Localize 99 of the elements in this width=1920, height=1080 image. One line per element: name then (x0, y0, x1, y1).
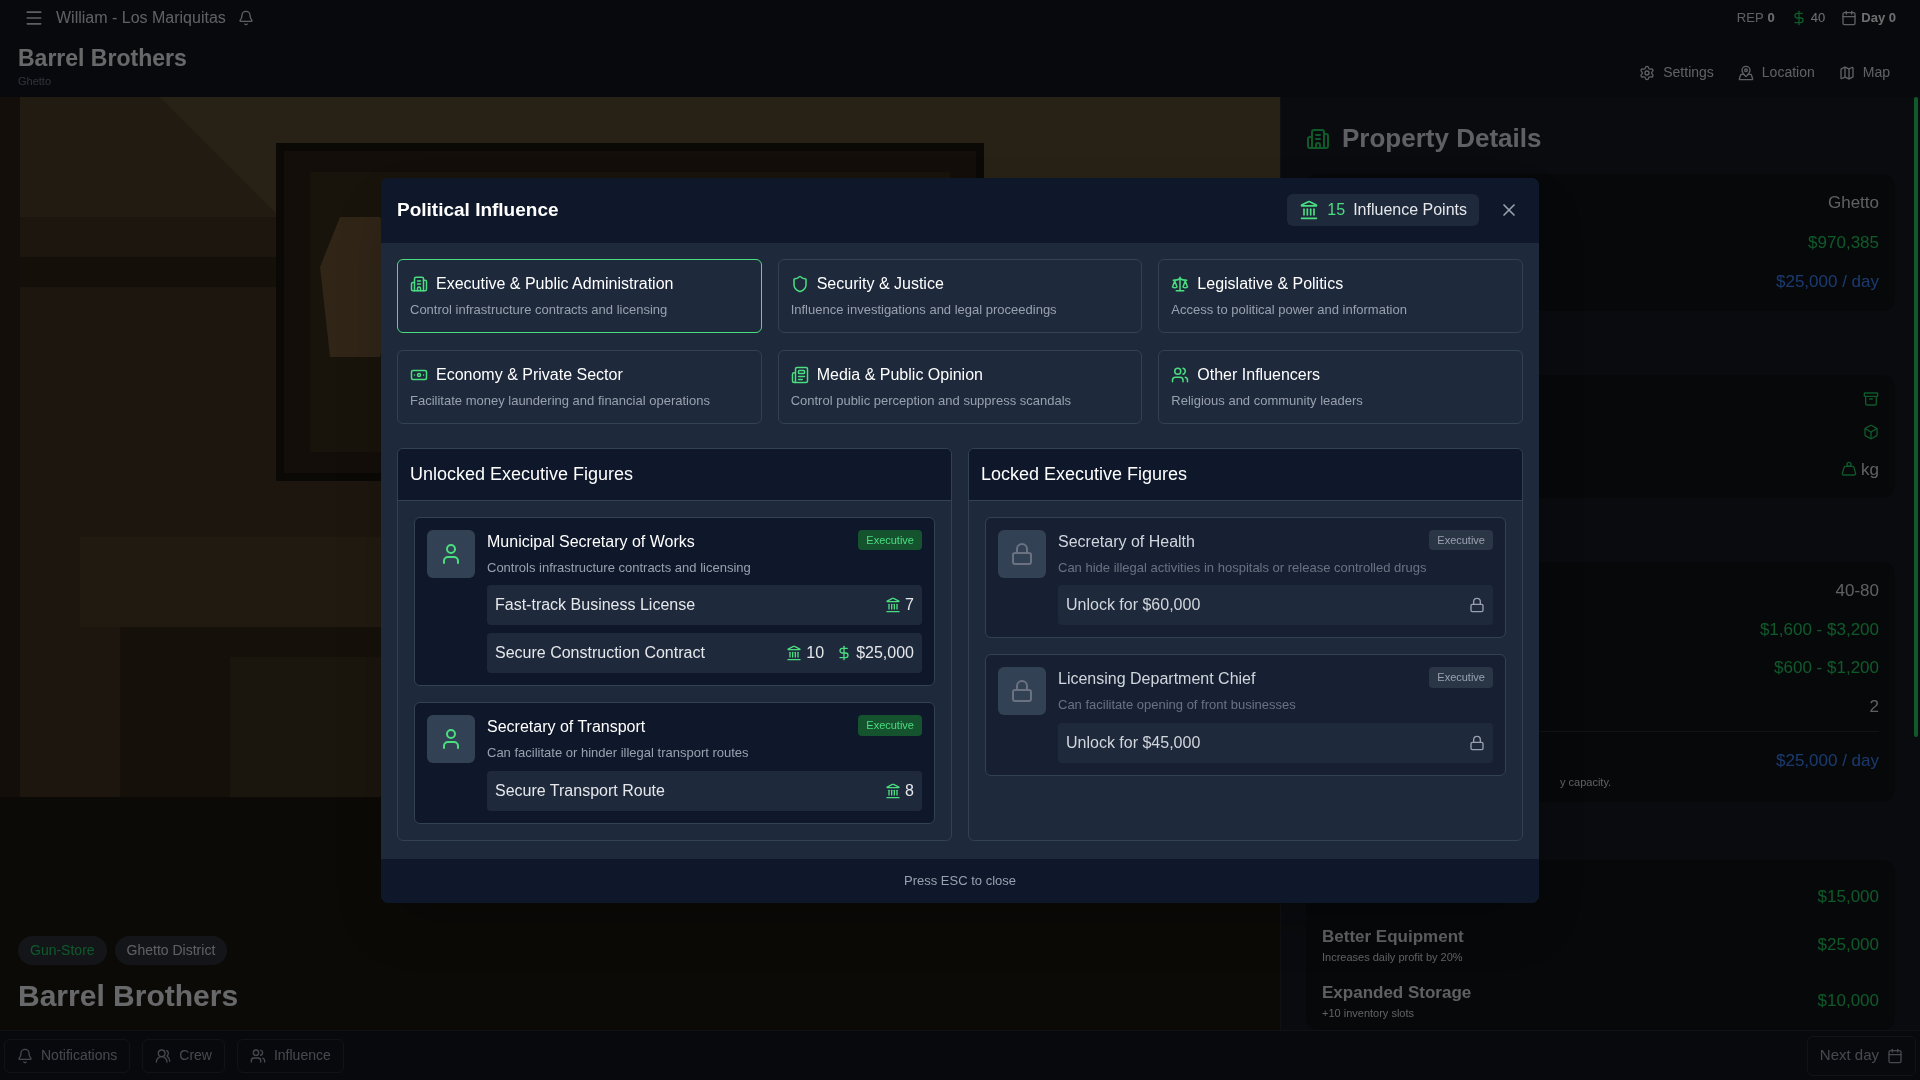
map-icon (1838, 64, 1855, 81)
day-value: Day 0 (1861, 9, 1896, 28)
rep-value: 0 (1767, 9, 1775, 28)
detail-value: $600 - $1,200 (1774, 657, 1879, 679)
panel-title: Property Details (1342, 122, 1542, 155)
detail-value: 2 (1869, 695, 1879, 718)
action-cost: 10 (806, 643, 825, 663)
unit-label: kg (1861, 458, 1879, 481)
influence-action[interactable]: Secure Transport Route 8 (487, 770, 922, 811)
category-description: Control infrastructure contracts and licensing (410, 300, 669, 319)
upgrade-description: Increases daily profit by 20% (1322, 950, 1464, 965)
gear-icon (1639, 64, 1656, 81)
dialog-title: Political Influence (397, 197, 559, 222)
category-card[interactable]: Media & Public Opinion Control public perception and suppress scandals (777, 349, 1143, 424)
category-title: Legislative & Politics (1197, 273, 1344, 294)
action-price: $25,000 (856, 643, 914, 663)
archive-icon (1863, 390, 1879, 407)
box-icon (1863, 423, 1879, 440)
rep-label: REP (1736, 9, 1764, 28)
executive-badge: Executive (858, 529, 922, 550)
people-icon (1171, 365, 1190, 384)
capacity-note: y capacity. (1560, 774, 1612, 790)
executive-badge: Executive (1429, 529, 1493, 550)
category-card[interactable]: Executive & Public Administration Control infrastructure contracts and licensing (397, 258, 762, 333)
bell-icon (17, 1047, 33, 1064)
category-description: Facilitate money laundering and financial operations (410, 391, 711, 410)
category-title: Media & Public Opinion (816, 364, 983, 385)
people-icon (249, 1047, 266, 1064)
panel-heading: Locked Executive Figures (981, 462, 1188, 486)
panel-heading: Unlocked Executive Figures (410, 462, 634, 486)
points-label: Influence Points (1353, 200, 1467, 220)
action-label: Secure Construction Contract (495, 643, 705, 663)
hero-title: Barrel Brothers (18, 978, 239, 1014)
category-title: Other Influencers (1197, 364, 1321, 385)
lock-icon (1010, 541, 1034, 566)
landmark-icon (885, 597, 902, 613)
lock-icon (1469, 597, 1485, 613)
money-value: 40 (1810, 9, 1826, 28)
points-value: 15 (1327, 200, 1346, 220)
scales-icon (1171, 274, 1190, 293)
people-icon (155, 1047, 172, 1064)
category-title: Security & Justice (816, 273, 944, 294)
influence-action[interactable]: Fast-track Business License 7 (487, 585, 922, 625)
influence-action[interactable]: Secure Construction Contract 10 $25,000 (487, 633, 922, 673)
category-card[interactable]: Economy & Private Sector Facilitate money laundering and financial operations (397, 349, 762, 424)
detail-value: Ghetto (1827, 192, 1879, 214)
landmark-icon (885, 782, 902, 799)
detail-value: $970,385 (1808, 231, 1879, 254)
figure-name: Licensing Department Chief (1058, 669, 1256, 689)
executive-badge: Executive (858, 715, 922, 736)
category-card[interactable]: Legislative & Politics Access to political power and information (1158, 258, 1523, 333)
action-cost: 8 (905, 780, 914, 801)
weight-icon (1841, 461, 1858, 478)
action-label: Fast-track Business License (495, 595, 696, 615)
action-label: Secure Transport Route (495, 780, 665, 801)
category-card[interactable]: Security & Justice Influence investigations and legal proceedings (777, 258, 1143, 333)
property-tag: Gun-Store (18, 936, 107, 965)
upgrade-name: Better Equipment (1322, 925, 1464, 948)
landmark-icon (1299, 200, 1320, 220)
figure-description: Can hide illegal activities in hospitals or release controlled drugs (1058, 558, 1428, 577)
building-icon (1306, 126, 1330, 151)
executive-badge: Executive (1429, 667, 1493, 688)
category-title: Executive & Public Administration (436, 273, 674, 294)
property-tag: Ghetto District (114, 936, 228, 965)
category-description: Access to political power and information (1171, 300, 1408, 319)
figure-description: Controls infrastructure contracts and licensing (487, 558, 752, 577)
unlock-button[interactable]: Unlock for $60,000 (1058, 585, 1493, 625)
category-description: Control public perception and suppress scandals (790, 391, 1073, 410)
property-title: Barrel Brothers (18, 43, 187, 73)
detail-value: $25,000 / day (1775, 750, 1879, 772)
dialog-hint: Press ESC to close (904, 871, 1016, 890)
figure-name: Secretary of Transport (487, 717, 646, 737)
map-pin-icon (1737, 64, 1754, 81)
category-title: Economy & Private Sector (436, 364, 623, 385)
bell-icon[interactable] (237, 10, 254, 26)
landmark-icon (786, 645, 803, 661)
action-cost: 7 (905, 595, 914, 615)
figure-name: Secretary of Health (1058, 531, 1195, 552)
category-description: Religious and community leaders (1171, 391, 1364, 410)
lock-icon (1010, 679, 1034, 703)
figure-name: Municipal Secretary of Works (487, 531, 695, 552)
category-card[interactable]: Other Influencers Religious and community leaders (1158, 349, 1523, 424)
upgrade-name: Expanded Storage (1322, 981, 1472, 1004)
upgrade-description: +10 inventory slots (1322, 1006, 1416, 1021)
player-title: William - Los Mariquitas (56, 8, 226, 28)
building-icon (410, 274, 428, 293)
calendar-icon (1841, 10, 1858, 26)
figure-description: Can facilitate opening of front businesses (1058, 696, 1297, 714)
detail-value: 40-80 (1835, 580, 1879, 602)
newspaper-icon (790, 365, 809, 384)
category-description: Influence investigations and legal proceedings (790, 300, 1058, 319)
menu-icon[interactable] (24, 8, 44, 28)
detail-value: $25,000 / day (1775, 271, 1879, 293)
detail-value: $1,600 - $3,200 (1759, 618, 1879, 641)
lock-icon (1469, 734, 1485, 751)
figure-description: Can facilitate or hinder illegal transport routes (487, 744, 750, 762)
calendar-icon (1887, 1047, 1903, 1064)
unlock-button[interactable]: Unlock for $45,000 (1058, 722, 1493, 763)
shield-icon (790, 274, 809, 293)
